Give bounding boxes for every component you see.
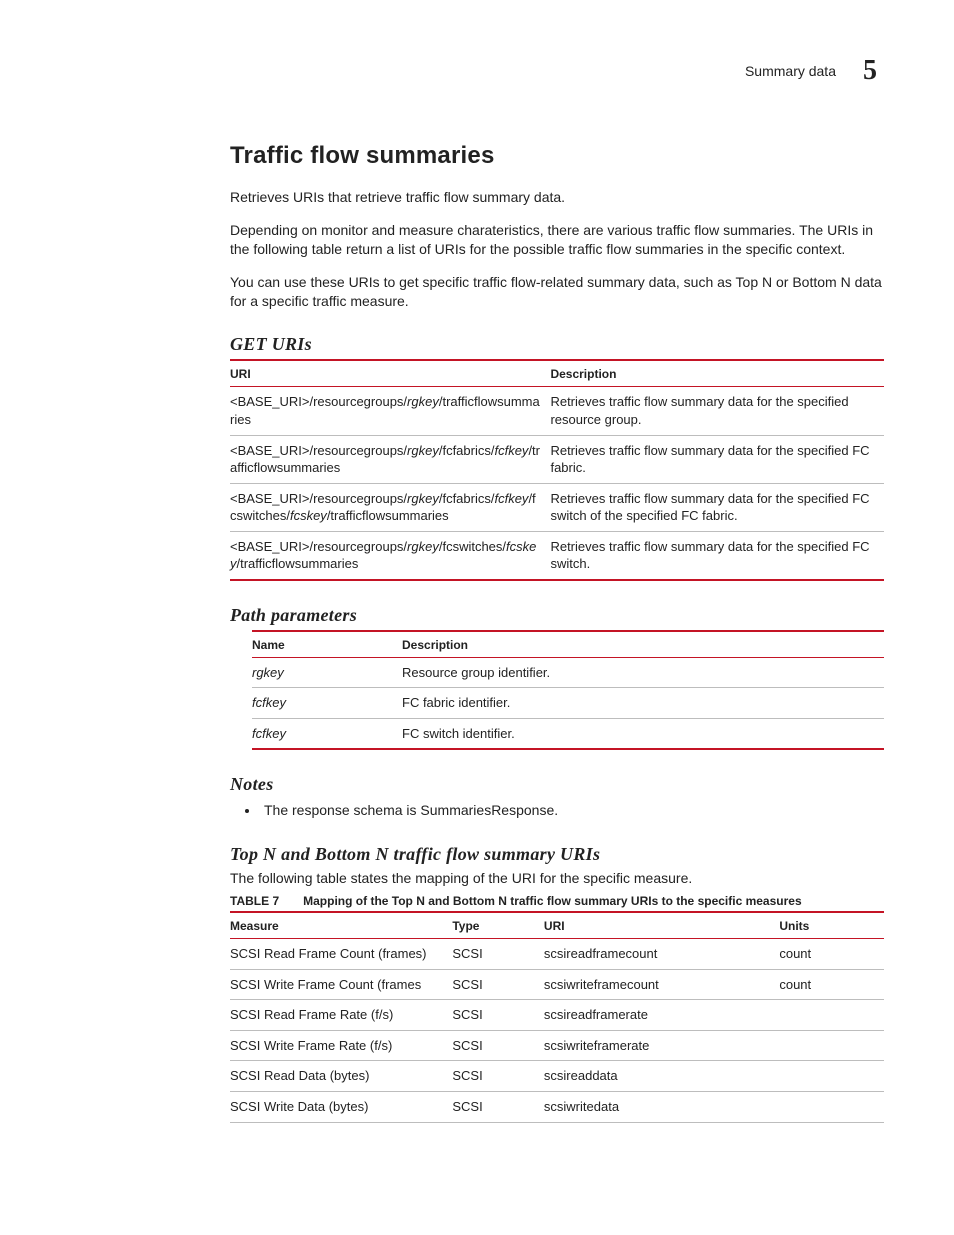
uri-cell: <BASE_URI>/resourcegroups/rgkey/fcfabric… (230, 435, 550, 483)
path-param: rgkey (407, 394, 439, 409)
units-cell: count (779, 969, 884, 1000)
notes-list: The response schema is SummariesResponse… (230, 801, 884, 820)
table-row: SCSI Read Frame Count (frames)SCSIscsire… (230, 939, 884, 970)
uri-cell: scsireadframerate (544, 1000, 779, 1031)
type-cell: SCSI (452, 969, 544, 1000)
notes-item: The response schema is SummariesResponse… (260, 801, 884, 820)
table-row: SCSI Write Frame Rate (f/s)SCSIscsiwrite… (230, 1030, 884, 1061)
type-cell: SCSI (452, 1000, 544, 1031)
type-cell: SCSI (452, 1091, 544, 1122)
desc-cell: Retrieves traffic flow summary data for … (550, 483, 884, 531)
measure-cell: SCSI Read Data (bytes) (230, 1061, 452, 1092)
topn-intro: The following table states the mapping o… (230, 869, 884, 888)
intro-paragraph: Depending on monitor and measure charate… (230, 221, 884, 259)
path-param: rgkey (407, 539, 439, 554)
type-cell: SCSI (452, 1061, 544, 1092)
table-row: SCSI Write Data (bytes)SCSIscsiwritedata (230, 1091, 884, 1122)
units-cell (779, 1030, 884, 1061)
measure-cell: SCSI Write Frame Rate (f/s) (230, 1030, 452, 1061)
table-7: Measure Type URI Units SCSI Read Frame C… (230, 911, 884, 1122)
uri-cell: <BASE_URI>/resourcegroups/rgkey/trafficf… (230, 387, 550, 435)
uri-cell: scsiwriteframecount (544, 969, 779, 1000)
table-row: SCSI Read Data (bytes)SCSIscsireaddata (230, 1061, 884, 1092)
page-header: Summary data 5 (230, 55, 884, 87)
param-desc: Resource group identifier. (402, 657, 884, 688)
uri-cell: scsireaddata (544, 1061, 779, 1092)
measure-cell: SCSI Write Data (bytes) (230, 1091, 452, 1122)
type-cell: SCSI (452, 1030, 544, 1061)
units-cell (779, 1000, 884, 1031)
param-name: fcfkey (252, 718, 402, 749)
table-caption-text: Mapping of the Top N and Bottom N traffi… (303, 894, 802, 908)
table-row: SCSI Write Frame Count (framesSCSIscsiwr… (230, 969, 884, 1000)
units-cell (779, 1061, 884, 1092)
intro-paragraph: You can use these URIs to get specific t… (230, 273, 884, 311)
uri-cell: <BASE_URI>/resourcegroups/rgkey/fcswitch… (230, 531, 550, 580)
section-heading-topn: Top N and Bottom N traffic flow summary … (230, 844, 884, 865)
table-header: URI (544, 912, 779, 939)
path-params-table: Name Description rgkeyResource group ide… (252, 630, 884, 751)
path-params-wrap: Name Description rgkeyResource group ide… (230, 630, 884, 751)
measure-cell: SCSI Write Frame Count (frames (230, 969, 452, 1000)
section-heading-path-params: Path parameters (230, 605, 884, 626)
units-cell (779, 1091, 884, 1122)
section-heading-notes: Notes (230, 774, 884, 795)
desc-cell: Retrieves traffic flow summary data for … (550, 531, 884, 580)
path-param: fcfkey (494, 443, 528, 458)
type-cell: SCSI (452, 939, 544, 970)
table-row: fcfkeyFC fabric identifier. (252, 688, 884, 719)
path-param: rgkey (407, 443, 439, 458)
param-desc: FC fabric identifier. (402, 688, 884, 719)
intro-paragraph: Retrieves URIs that retrieve traffic flo… (230, 188, 884, 207)
uri-cell: scsiwritedata (544, 1091, 779, 1122)
header-chapter-number: 5 (856, 55, 884, 87)
table-row: fcfkeyFC switch identifier. (252, 718, 884, 749)
desc-cell: Retrieves traffic flow summary data for … (550, 435, 884, 483)
table-row: <BASE_URI>/resourcegroups/rgkey/trafficf… (230, 387, 884, 435)
table-row: <BASE_URI>/resourcegroups/rgkey/fcfabric… (230, 435, 884, 483)
path-param: fcfkey (494, 491, 528, 506)
table-row: SCSI Read Frame Rate (f/s)SCSIscsireadfr… (230, 1000, 884, 1031)
param-desc: FC switch identifier. (402, 718, 884, 749)
table-header: Description (550, 360, 884, 387)
page-title: Traffic flow summaries (230, 142, 884, 170)
table-row: <BASE_URI>/resourcegroups/rgkey/fcswitch… (230, 531, 884, 580)
table-label: TABLE 7 (230, 894, 279, 908)
desc-cell: Retrieves traffic flow summary data for … (550, 387, 884, 435)
path-param: rgkey (407, 491, 439, 506)
path-param: fcskey (230, 539, 536, 572)
uri-cell: scsiwriteframerate (544, 1030, 779, 1061)
path-param: fcskey (290, 508, 327, 523)
uri-cell: scsireadframecount (544, 939, 779, 970)
table-header: Measure (230, 912, 452, 939)
table-header: Description (402, 631, 884, 658)
section-heading-get-uris: GET URIs (230, 334, 884, 355)
param-name: fcfkey (252, 688, 402, 719)
param-name: rgkey (252, 657, 402, 688)
table-row: <BASE_URI>/resourcegroups/rgkey/fcfabric… (230, 483, 884, 531)
measure-cell: SCSI Read Frame Count (frames) (230, 939, 452, 970)
table-7-caption: TABLE 7 Mapping of the Top N and Bottom … (230, 894, 884, 908)
table-header: Units (779, 912, 884, 939)
measure-cell: SCSI Read Frame Rate (f/s) (230, 1000, 452, 1031)
uri-cell: <BASE_URI>/resourcegroups/rgkey/fcfabric… (230, 483, 550, 531)
get-uris-table: URI Description <BASE_URI>/resourcegroup… (230, 359, 884, 580)
table-header: Type (452, 912, 544, 939)
page-content: Summary data 5 Traffic flow summaries Re… (0, 0, 954, 1235)
table-row: rgkeyResource group identifier. (252, 657, 884, 688)
table-header: URI (230, 360, 550, 387)
table-header: Name (252, 631, 402, 658)
units-cell: count (779, 939, 884, 970)
header-section-label: Summary data (745, 63, 836, 79)
